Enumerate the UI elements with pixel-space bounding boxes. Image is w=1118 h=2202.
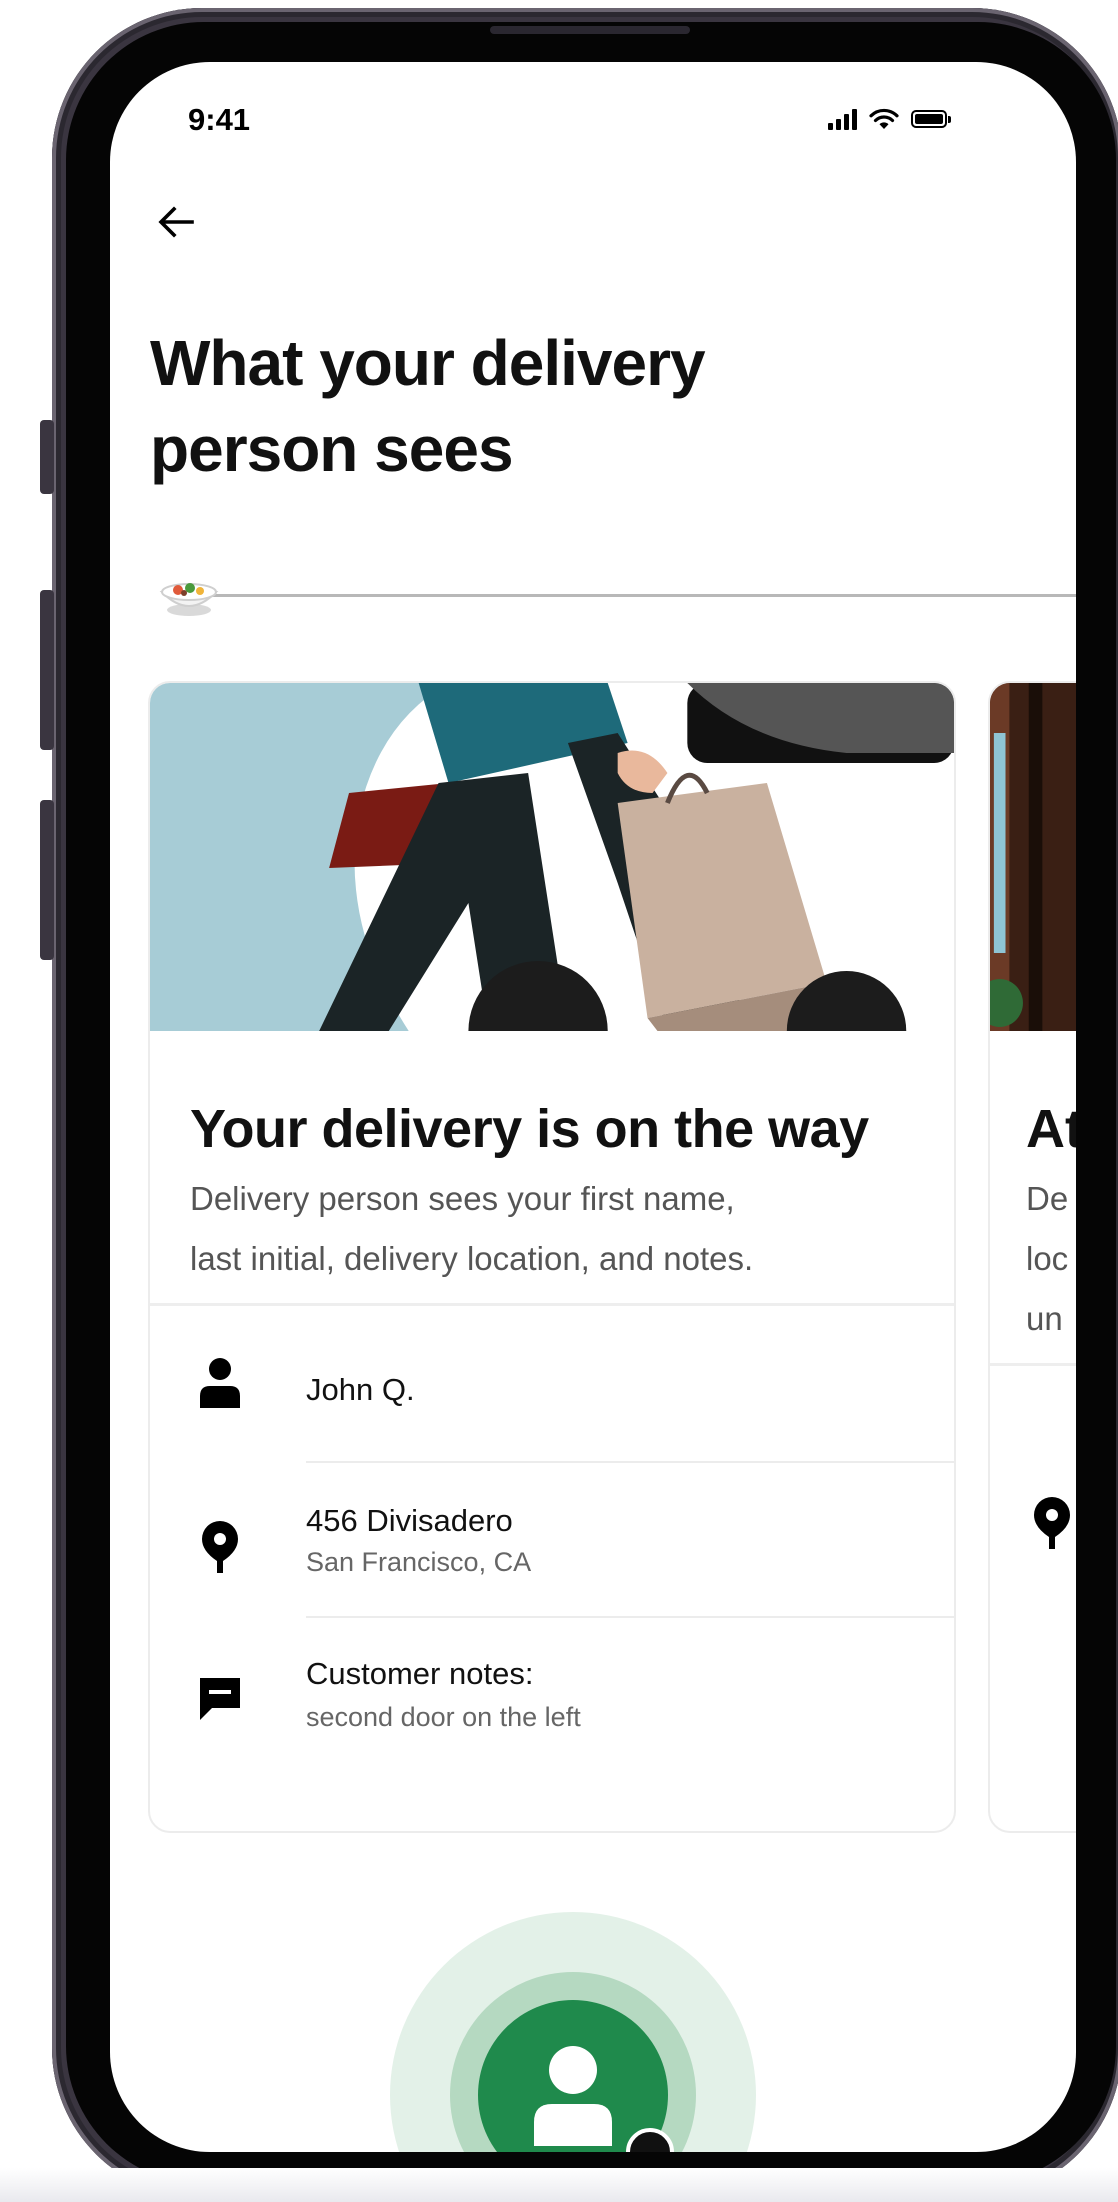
- app-screen: 9:41 What your delivery person sees Your…: [110, 62, 1076, 2152]
- delivery-address-row: 456 Divisadero San Francisco, CA: [150, 1463, 954, 1618]
- volume-down-button: [40, 800, 54, 960]
- courier-illustration: [150, 683, 954, 1031]
- back-arrow-icon[interactable]: [156, 202, 196, 242]
- status-icons: [828, 108, 951, 130]
- delivery-info-card: Your delivery is on the way Delivery per…: [148, 681, 956, 1833]
- next-card-description-line-2: loc: [1026, 1240, 1069, 1277]
- food-bowl-icon: [159, 583, 219, 616]
- customer-notes-row: Customer notes: second door on the left: [150, 1618, 954, 1773]
- wifi-icon: [869, 108, 899, 129]
- customer-notes-text: second door on the left: [306, 1702, 581, 1732]
- next-info-card[interactable]: At De loc un: [988, 681, 1076, 1833]
- card-description-line-1: Delivery person sees your first name,: [190, 1180, 735, 1217]
- person-icon: [534, 2046, 612, 2146]
- card-description-line-2: last initial, delivery location, and not…: [190, 1240, 754, 1277]
- person-icon: [200, 1358, 240, 1408]
- card-description: Delivery person sees your first name, la…: [190, 1169, 910, 1289]
- status-time: 9:41: [188, 102, 251, 137]
- cellular-signal-icon: [828, 108, 857, 130]
- message-icon: [200, 1678, 240, 1720]
- next-card-description-line-3: un: [1026, 1300, 1063, 1337]
- battery-icon: [911, 110, 951, 128]
- location-pin-icon: [202, 1521, 238, 1573]
- volume-up-button: [40, 590, 54, 750]
- next-card-title: At: [1026, 1099, 1076, 1159]
- card-title: Your delivery is on the way: [190, 1099, 869, 1159]
- card-divider: [150, 1303, 954, 1306]
- next-card-description: De loc un: [1026, 1169, 1068, 1349]
- card-divider: [990, 1363, 1076, 1366]
- page-title: What your delivery person sees: [150, 320, 850, 492]
- location-pin-icon: [1034, 1497, 1070, 1549]
- customer-notes-label: Customer notes:: [306, 1656, 534, 1691]
- speaker-grille: [490, 26, 690, 34]
- floor-shadow: [0, 2168, 1118, 2202]
- delivery-progress-track: [200, 594, 1076, 597]
- page-title-line-2: person sees: [150, 413, 514, 485]
- door-illustration: [990, 683, 1076, 1031]
- mute-switch: [40, 420, 54, 494]
- page-title-line-1: What your delivery: [150, 327, 706, 399]
- next-card-description-line-1: De: [1026, 1180, 1069, 1217]
- address-city: San Francisco, CA: [306, 1547, 532, 1577]
- customer-name-row: John Q.: [150, 1308, 954, 1463]
- address-street: 456 Divisadero: [306, 1503, 513, 1538]
- customer-name: John Q.: [306, 1372, 415, 1407]
